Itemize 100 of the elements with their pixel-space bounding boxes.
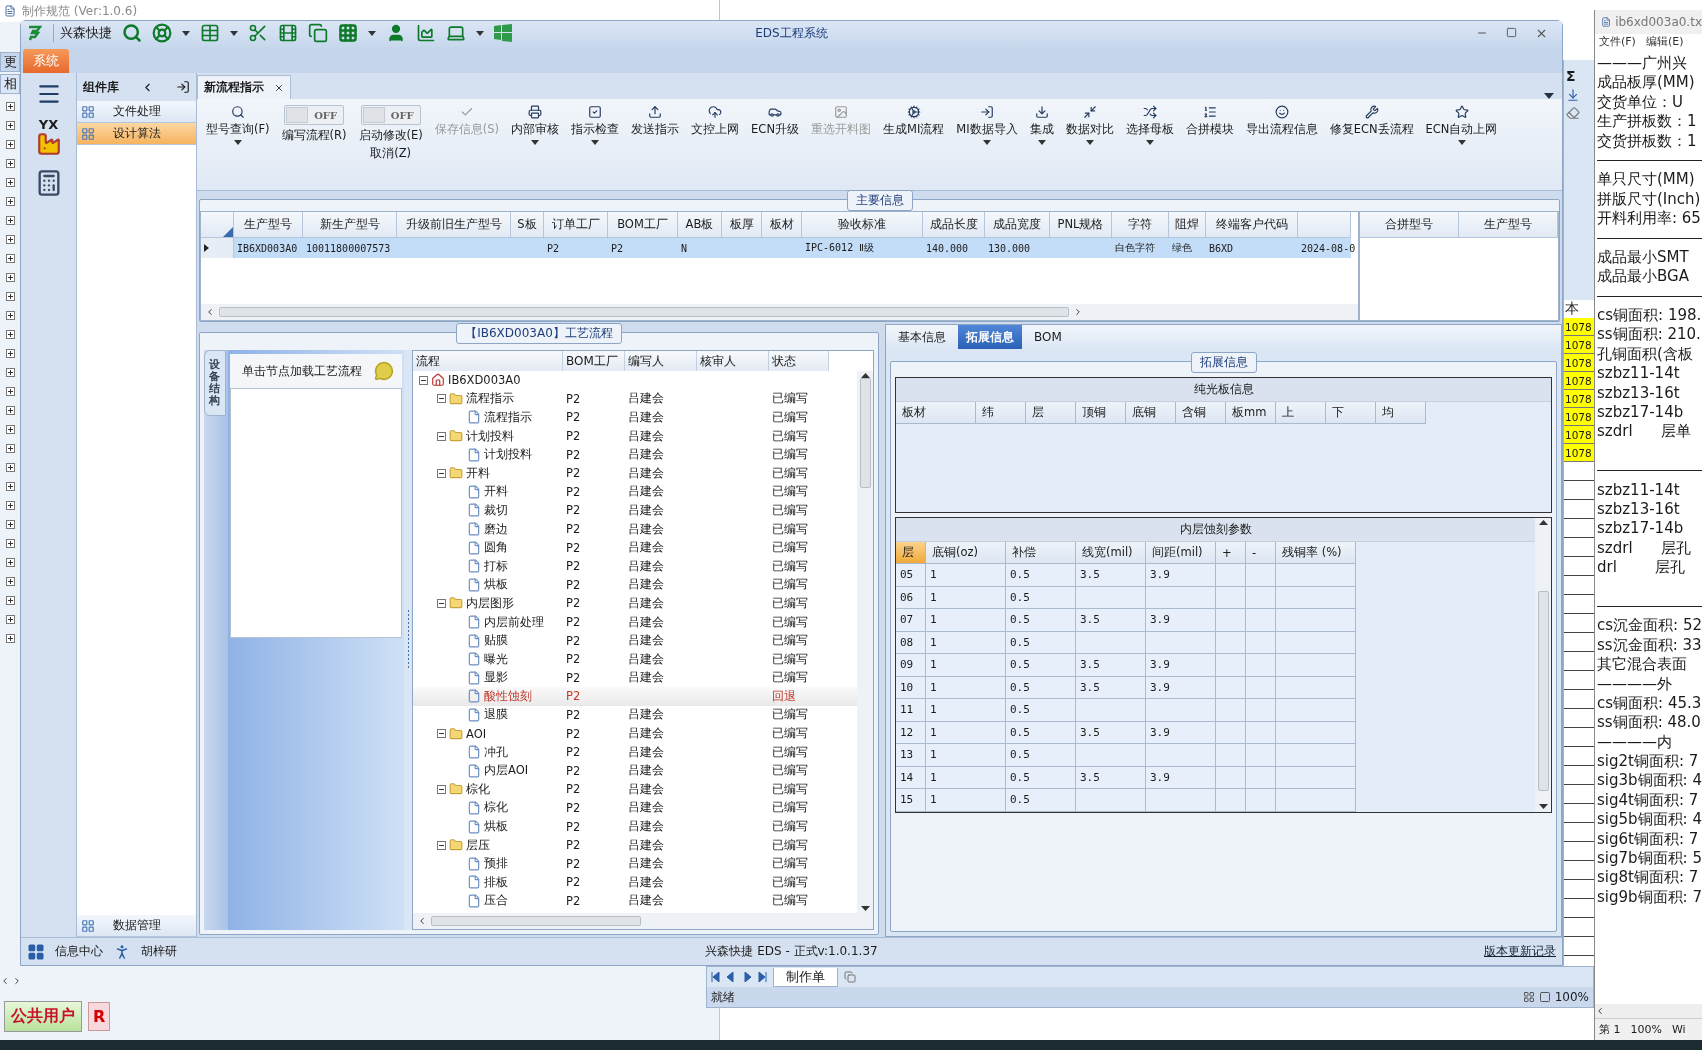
tree-row[interactable]: 贴膜 P2 吕建会 已编写 [413, 631, 857, 650]
column-header[interactable]: 纬 [976, 402, 1026, 424]
library-item[interactable]: 文件处理 [77, 101, 196, 123]
expand-icon[interactable] [6, 520, 15, 529]
scroll-thumb[interactable] [1537, 591, 1549, 792]
column-header[interactable]: 残铜率 (%) [1276, 542, 1356, 564]
side-tab[interactable]: 更 [0, 52, 20, 72]
table-row[interactable]: IB6XD003A0 10011800007573 P2 P2 N IPC-6012 Ⅱ级 140.000 130.000 白色字符 绿色 B6XD 2024-08-0 [201, 238, 1358, 258]
tree-row[interactable]: 棕化 P2 吕建会 已编写 [413, 798, 857, 818]
ribbon-button[interactable]: MI数据导入 [951, 103, 1023, 147]
scroll-up-icon[interactable] [1538, 520, 1548, 525]
tree-row[interactable]: 计划投料 P2 吕建会 已编写 [413, 445, 857, 464]
column-header[interactable]: 底铜(oz) [926, 542, 1006, 564]
column-header[interactable]: S板 [511, 212, 544, 238]
collapse-icon[interactable] [437, 784, 446, 794]
column-header[interactable]: 升级前旧生产型号 [397, 212, 511, 238]
tree-row[interactable]: 层压 P2 吕建会 已编写 [413, 835, 857, 855]
tree-row[interactable]: 显影 P2 吕建会 已编写 [413, 668, 857, 688]
column-header[interactable]: 板厚 [722, 212, 762, 238]
view-icon[interactable] [1538, 991, 1551, 1003]
tree-row[interactable]: 预排 P2 吕建会 已编写 [413, 854, 857, 874]
ribbon-button[interactable]: 数据对比 [1060, 103, 1119, 147]
tree-row[interactable]: 排板 P2 吕建会 已编写 [413, 873, 857, 892]
tree-row[interactable]: IB6XD003A0 [413, 371, 857, 390]
library-item[interactable]: 数据管理 [77, 915, 196, 937]
expand-icon[interactable] [6, 121, 15, 130]
library-item[interactable]: 设计算法 [77, 123, 196, 145]
expand-icon[interactable] [6, 273, 15, 282]
expand-icon[interactable] [6, 368, 15, 377]
expand-icon[interactable] [6, 501, 15, 510]
lifebuoy-icon[interactable] [152, 23, 172, 43]
sheet-tab[interactable]: 制作单 [773, 967, 838, 987]
sign-in-icon[interactable] [176, 80, 190, 94]
document-tab[interactable]: 新流程指示 [197, 75, 291, 99]
expand-icon[interactable] [6, 254, 15, 263]
expand-icon[interactable] [6, 292, 15, 301]
ribbon-button[interactable]: 文控上网 [686, 103, 745, 139]
menu-item[interactable]: 编辑(E) [1645, 34, 1684, 54]
column-header[interactable]: 底铜 [1126, 402, 1176, 424]
column-header[interactable]: 编写人 [625, 351, 697, 371]
scroll-thumb[interactable] [431, 916, 641, 926]
tree-row[interactable]: 压合 P2 吕建会 已编写 [413, 891, 857, 911]
collapse-icon[interactable] [437, 729, 446, 739]
toggle-switch[interactable]: OFF [360, 105, 421, 125]
expand-icon[interactable] [6, 425, 15, 434]
collapse-icon[interactable] [437, 598, 446, 608]
expand-icon[interactable] [6, 311, 15, 320]
column-header[interactable]: 阻焊 [1169, 212, 1206, 238]
tab[interactable]: 拓展信息 [958, 325, 1022, 349]
collapse-icon[interactable] [437, 468, 446, 478]
scroll-left-icon[interactable] [0, 976, 10, 986]
ribbon-button[interactable]: 发送指示 [626, 103, 685, 139]
ribbon-button[interactable]: 合拼模块 [1180, 103, 1239, 139]
tree-row[interactable]: 流程指示 P2 吕建会 已编写 [413, 389, 857, 409]
column-header[interactable]: 线宽(mil) [1076, 542, 1146, 564]
scissors-icon[interactable] [248, 23, 268, 43]
tree-row[interactable]: 退膜 P2 吕建会 已编写 [413, 705, 857, 725]
column-header[interactable]: PNL规格 [1050, 212, 1112, 238]
ribbon-button[interactable]: ECN升级 [746, 103, 804, 139]
expand-icon[interactable] [6, 577, 15, 586]
ribbon-button[interactable]: ECN自动上网 [1420, 103, 1503, 147]
tree-row[interactable]: 烘板 P2 吕建会 已编写 [413, 575, 857, 595]
horizontal-scrollbar[interactable] [201, 304, 1358, 320]
scroll-thumb[interactable] [859, 378, 871, 488]
collapse-icon[interactable] [419, 375, 428, 385]
tree-row[interactable]: 开料 P2 吕建会 已编写 [413, 482, 857, 502]
tree-row[interactable]: 曝光 P2 吕建会 已编写 [413, 649, 857, 669]
user-icon[interactable] [386, 23, 406, 43]
expand-icon[interactable] [6, 330, 15, 339]
scroll-right-icon[interactable] [1073, 307, 1083, 317]
column-header[interactable]: 上 [1276, 402, 1326, 424]
tree-row[interactable]: 内层前处理 P2 吕建会 已编写 [413, 612, 857, 632]
tree-row[interactable]: AOI P2 吕建会 已编写 [413, 724, 857, 743]
expand-icon[interactable] [6, 387, 15, 396]
expand-icon[interactable] [6, 444, 15, 453]
column-header[interactable]: 下 [1326, 402, 1376, 424]
column-header[interactable]: + [1216, 542, 1246, 564]
area-chart-icon[interactable] [416, 23, 436, 43]
expand-icon[interactable] [6, 406, 15, 415]
column-header[interactable]: 含铜 [1176, 402, 1226, 424]
ribbon-button[interactable]: 选择母板 [1120, 103, 1179, 147]
expand-icon[interactable] [6, 102, 15, 111]
windows-logo-icon[interactable] [494, 24, 512, 42]
tree-row[interactable]: 圆角 P2 吕建会 已编写 [413, 538, 857, 557]
scroll-right-icon[interactable] [12, 976, 22, 986]
search-icon[interactable] [122, 23, 142, 43]
column-header[interactable]: 补偿 [1006, 542, 1076, 564]
collapse-icon[interactable] [437, 840, 446, 850]
column-header[interactable]: BOM工厂 [563, 351, 625, 371]
close-icon[interactable] [274, 82, 284, 93]
tab[interactable]: BOM [1026, 325, 1070, 349]
grid-icon[interactable] [27, 942, 45, 961]
expand-icon[interactable] [6, 159, 15, 168]
expand-icon[interactable] [6, 235, 15, 244]
menu-item[interactable]: 文件(F) [1599, 34, 1636, 54]
ribbon-button[interactable]: 指示检查 [566, 103, 625, 147]
tree-row[interactable]: 流程指示 P2 吕建会 已编写 [413, 408, 857, 427]
scroll-thumb[interactable] [219, 307, 1069, 317]
expand-icon[interactable] [6, 216, 15, 225]
expand-icon[interactable] [6, 349, 15, 358]
